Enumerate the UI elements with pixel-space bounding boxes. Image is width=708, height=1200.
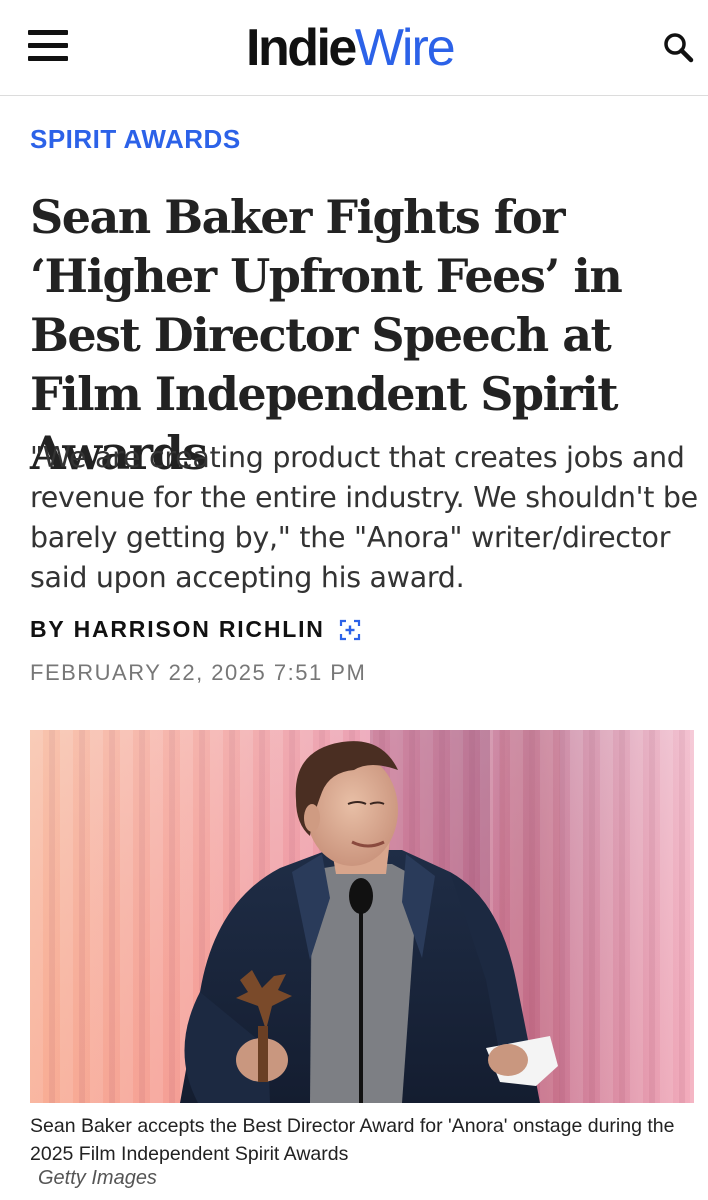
photo-caption: Sean Baker accepts the Best Director Awa… (30, 1115, 675, 1165)
article-photo-image (30, 730, 694, 1103)
photo-credit: Getty Images (38, 1167, 157, 1189)
logo-wire-text: Wire (354, 19, 456, 77)
logo-indie-text: Indie (246, 19, 357, 77)
author-link[interactable]: HARRISON RICHLIN (74, 616, 325, 643)
follow-author-icon[interactable] (339, 619, 361, 641)
site-logo[interactable]: Indie Wire (246, 18, 456, 78)
publish-timestamp: FEBRUARY 22, 2025 7:51 PM (30, 660, 367, 685)
site-header: Indie Wire (0, 0, 708, 96)
byline-prefix: BY (30, 616, 66, 642)
search-icon[interactable] (662, 31, 696, 65)
article-photo[interactable] (30, 730, 694, 1103)
article-dek: "We are creating product that creates jo… (30, 441, 698, 594)
byline: BY HARRISON RICHLIN (30, 616, 361, 643)
hamburger-menu-icon[interactable] (28, 30, 68, 64)
category-kicker-link[interactable]: SPIRIT AWARDS (30, 124, 241, 155)
